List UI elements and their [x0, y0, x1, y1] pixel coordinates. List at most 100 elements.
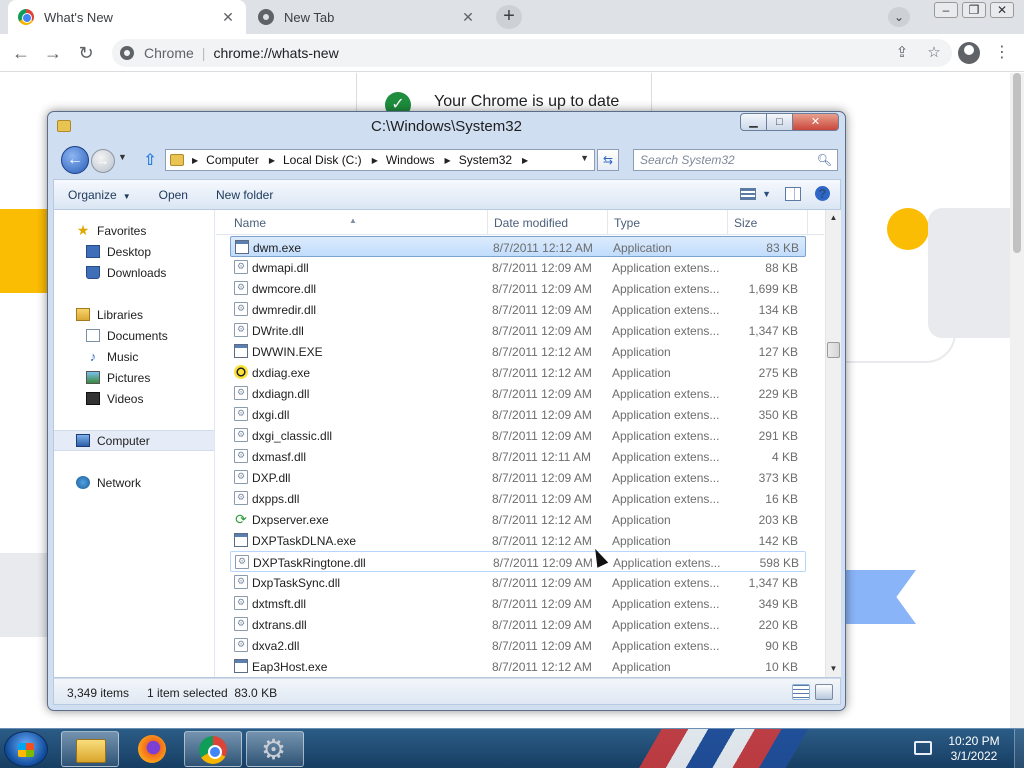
change-view-icon[interactable]	[740, 187, 757, 200]
address-breadcrumb[interactable]: ▶ Computer ▶ Local Disk (C:) ▶ Windows ▶ Sys…	[165, 149, 595, 171]
show-desktop-button[interactable]	[1014, 729, 1024, 768]
table-row[interactable]: dxpps.dll 8/7/2011 12:09 AM Application ex…	[230, 488, 806, 509]
system-clock[interactable]: 10:20 PM 3/1/2022	[938, 734, 1010, 764]
table-row[interactable]: dxdiag.exe 8/7/2011 12:12 AM Application 27…	[230, 362, 806, 383]
column-header-name[interactable]: Name	[234, 216, 266, 230]
help-icon[interactable]: ?	[815, 186, 830, 201]
table-row[interactable]: DWrite.dll 8/7/2011 12:09 AM Application e…	[230, 320, 806, 341]
dll-file-icon	[234, 260, 248, 274]
new-tab-button[interactable]: +	[496, 5, 522, 29]
column-header-type[interactable]: Type	[614, 216, 640, 230]
tab-new-tab[interactable]: New Tab ✕	[248, 0, 486, 34]
forward-arrow-icon[interactable]: →	[42, 42, 64, 64]
bookmark-star-icon[interactable]: ☆	[924, 43, 944, 63]
minimize-button[interactable]: ▁	[740, 113, 767, 131]
search-input[interactable]: Search System32 🔍︎	[633, 149, 838, 171]
search-icon[interactable]: 🔍︎	[817, 150, 832, 170]
start-button[interactable]	[4, 731, 48, 767]
close-icon[interactable]: ✕	[460, 9, 476, 26]
preview-pane-icon[interactable]	[785, 186, 801, 201]
table-row[interactable]: dxgi.dll 8/7/2011 12:09 AM Application ext…	[230, 404, 806, 425]
breadcrumb-local-disk[interactable]: ▶ Local Disk (C:)	[269, 153, 372, 167]
taskbar-firefox-button[interactable]	[123, 731, 181, 767]
scrollbar-thumb[interactable]	[827, 342, 840, 358]
column-header-size[interactable]: Size	[734, 216, 757, 230]
open-button[interactable]: Open	[145, 188, 202, 202]
breadcrumb-next-arrow[interactable]: ▶	[522, 156, 536, 165]
address-dropdown-icon[interactable]: ▼	[580, 153, 589, 163]
table-row[interactable]: dxva2.dll 8/7/2011 12:09 AM Application ex…	[230, 635, 806, 656]
table-row[interactable]: dwmredir.dll 8/7/2011 12:09 AM Application…	[230, 299, 806, 320]
large-icons-view-icon[interactable]	[815, 684, 833, 700]
file-size: 598 KB	[759, 556, 799, 570]
table-row[interactable]: dxdiagn.dll 8/7/2011 12:09 AM Application …	[230, 383, 806, 404]
close-icon[interactable]: ✕	[220, 9, 236, 26]
network-tray-icon[interactable]	[914, 741, 932, 755]
nav-network[interactable]: Network	[54, 472, 214, 493]
table-row[interactable]: DXPTaskRingtone.dll 8/7/2011 12:09 AM Appl…	[230, 551, 806, 572]
table-row[interactable]: dxmasf.dll 8/7/2011 12:11 AM Application e…	[230, 446, 806, 467]
more-menu-icon[interactable]: ⋮	[994, 42, 1010, 64]
table-row[interactable]: dwm.exe 8/7/2011 12:12 AM Application 83 KB	[230, 236, 806, 257]
profile-avatar-icon[interactable]	[958, 42, 980, 64]
nav-videos[interactable]: Videos	[54, 388, 214, 409]
forward-arrow-icon[interactable]: →	[91, 149, 115, 173]
up-arrow-icon[interactable]: ⇧	[141, 151, 159, 171]
refresh-icon[interactable]: ⇆	[597, 149, 619, 171]
file-date: 8/7/2011 12:12 AM	[492, 345, 592, 359]
file-date: 8/7/2011 12:12 AM	[492, 534, 592, 548]
breadcrumb-system32[interactable]: ▶ System32	[445, 153, 523, 167]
column-divider[interactable]	[487, 210, 488, 235]
page-scrollbar[interactable]	[1010, 73, 1024, 728]
view-dropdown-icon[interactable]: ▼	[762, 189, 771, 199]
scroll-up-arrow-icon[interactable]: ▲	[826, 210, 841, 226]
maximize-button[interactable]: □	[767, 113, 793, 131]
table-row[interactable]: DWWIN.EXE 8/7/2011 12:12 AM Application 127…	[230, 341, 806, 362]
nav-music[interactable]: ♪ Music	[54, 346, 214, 367]
nav-computer[interactable]: Computer	[54, 430, 214, 451]
tab-whats-new[interactable]: What's New ✕	[8, 0, 246, 34]
tab-search-button[interactable]: ⌄	[888, 7, 910, 27]
back-arrow-icon[interactable]: ←	[10, 42, 32, 64]
table-row[interactable]: dxtrans.dll 8/7/2011 12:09 AM Application …	[230, 614, 806, 635]
breadcrumb-computer[interactable]: ▶ Computer	[192, 153, 269, 167]
table-row[interactable]: ⟳ Dxpserver.exe 8/7/2011 12:12 AM Applicati…	[230, 509, 806, 530]
close-button[interactable]: ✕	[990, 2, 1014, 18]
taskbar-chrome-button[interactable]	[184, 731, 242, 767]
column-divider[interactable]	[807, 210, 808, 235]
recent-pages-dropdown-icon[interactable]: ▼	[118, 152, 127, 162]
minimize-button[interactable]: –	[934, 2, 958, 18]
table-row[interactable]: DXPTaskDLNA.exe 8/7/2011 12:12 AM Applicat…	[230, 530, 806, 551]
table-row[interactable]: dwmcore.dll 8/7/2011 12:09 AM Application …	[230, 278, 806, 299]
scroll-down-arrow-icon[interactable]: ▼	[826, 661, 841, 677]
reload-icon[interactable]: ↻	[75, 42, 97, 64]
nav-documents[interactable]: Documents	[54, 325, 214, 346]
new-folder-button[interactable]: New folder	[202, 188, 287, 202]
table-row[interactable]: DXP.dll 8/7/2011 12:09 AM Application exte…	[230, 467, 806, 488]
column-divider[interactable]	[607, 210, 608, 235]
table-row[interactable]: DxpTaskSync.dll 8/7/2011 12:09 AM Applicat…	[230, 572, 806, 593]
address-bar[interactable]: Chrome | chrome://whats-new ⇪ ☆	[112, 39, 952, 67]
restore-button[interactable]: ❐	[962, 2, 986, 18]
nav-desktop[interactable]: Desktop	[54, 241, 214, 262]
table-row[interactable]: dwmapi.dll 8/7/2011 12:09 AM Application e…	[230, 257, 806, 278]
close-button[interactable]: ✕	[793, 113, 839, 131]
column-header-date[interactable]: Date modified	[494, 216, 568, 230]
table-row[interactable]: dxgi_classic.dll 8/7/2011 12:09 AM Applica…	[230, 425, 806, 446]
share-icon[interactable]: ⇪	[892, 43, 912, 63]
table-row[interactable]: Eap3Host.exe 8/7/2011 12:12 AM Application…	[230, 656, 806, 677]
back-arrow-icon[interactable]: ←	[61, 146, 89, 174]
taskbar-settings-button[interactable]	[246, 731, 304, 767]
details-view-icon[interactable]	[792, 684, 810, 700]
organize-button[interactable]: Organize ▼	[54, 188, 145, 202]
breadcrumb-windows[interactable]: ▶ Windows	[372, 153, 445, 167]
nav-downloads[interactable]: Downloads	[54, 262, 214, 283]
column-divider[interactable]	[727, 210, 728, 235]
nav-pictures[interactable]: Pictures	[54, 367, 214, 388]
scrollbar-thumb[interactable]	[1013, 73, 1021, 253]
taskbar-explorer-button[interactable]	[61, 731, 119, 767]
table-row[interactable]: dxtmsft.dll 8/7/2011 12:09 AM Application …	[230, 593, 806, 614]
file-list-scrollbar[interactable]: ▲ ▼	[825, 210, 841, 677]
nav-favorites[interactable]: ★ Favorites	[54, 220, 214, 241]
nav-libraries[interactable]: Libraries	[54, 304, 214, 325]
